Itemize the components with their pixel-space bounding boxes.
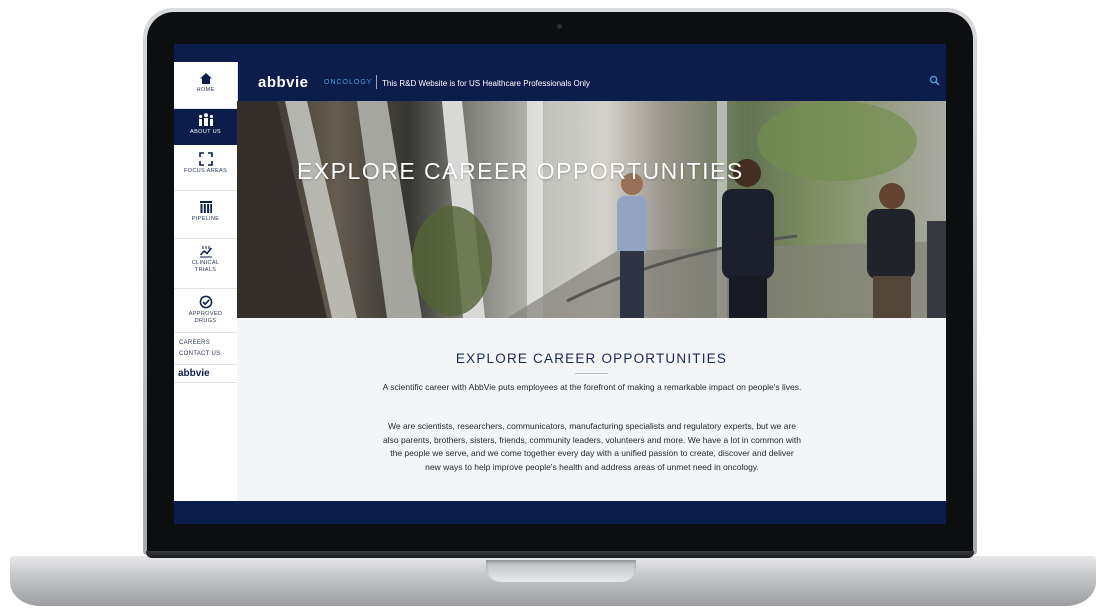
abbvie-sidebar-logo[interactable]: abbvie — [178, 368, 210, 379]
divider — [174, 364, 237, 365]
sidebar-item-label-2: TRIALS — [194, 267, 217, 273]
pipeline-icon — [199, 201, 212, 213]
sidebar-item-label-2: DRUGS — [194, 318, 217, 324]
divider — [174, 238, 237, 239]
sidebar-item-label: FOCUS AREAS — [183, 168, 228, 174]
careers-link[interactable]: CAREERS — [179, 340, 210, 346]
focus-icon — [198, 152, 213, 166]
sidebar-item-focus-areas[interactable]: FOCUS AREAS — [174, 152, 237, 188]
sidebar-item-label: PIPELINE — [191, 216, 220, 222]
laptop-opening-notch — [486, 560, 636, 582]
contact-us-link[interactable]: CONTACT US — [179, 351, 220, 357]
check-icon — [199, 295, 212, 309]
camera — [557, 24, 562, 29]
divider — [174, 382, 237, 383]
laptop-hinge — [146, 551, 974, 558]
divider — [174, 332, 237, 333]
section-title: EXPLORE CAREER OPPORTUNITIES — [455, 351, 728, 366]
abbvie-logo[interactable]: abbvie — [258, 74, 309, 91]
top-bar: abbvie ONCOLOGY This R&D Website is for … — [174, 44, 946, 101]
intro-paragraph: A scientific career with AbbVie puts emp… — [382, 382, 802, 392]
sidebar-item-pipeline[interactable]: PIPELINE — [174, 200, 237, 236]
website-screen: abbvie ONCOLOGY This R&D Website is for … — [174, 44, 946, 524]
hcp-notice: This R&D Website is for US Healthcare Pr… — [382, 79, 590, 88]
hero-banner: EXPLORE CAREER OPPORTUNITIES — [237, 101, 946, 318]
hero-title: EXPLORE CAREER OPPORTUNITIES — [297, 158, 744, 184]
trials-icon — [199, 246, 212, 258]
sidebar-item-about-us[interactable]: ABOUT US — [174, 109, 237, 145]
divider — [174, 288, 237, 289]
home-icon — [199, 73, 212, 84]
people-icon — [198, 113, 213, 126]
oncology-label: ONCOLOGY — [324, 79, 373, 86]
sidebar-nav: HOME ABOUT US FOCUS AREAS PIPELINE CLINI… — [174, 62, 238, 502]
main-content: EXPLORE CAREER OPPORTUNITIES A scientifi… — [237, 318, 946, 501]
sidebar-item-approved-drugs[interactable]: APPROVED DRUGS — [174, 295, 237, 337]
sidebar-item-label: HOME — [196, 87, 215, 93]
sidebar-item-label: CLINICAL — [191, 260, 220, 266]
body-paragraph: We are scientists, researchers, communic… — [383, 421, 801, 472]
brand-divider — [376, 75, 377, 89]
sidebar-item-home[interactable]: HOME — [174, 72, 237, 107]
divider — [174, 190, 237, 191]
sidebar-item-label: APPROVED — [188, 311, 223, 317]
sidebar-item-label: ABOUT US — [190, 129, 221, 135]
search-icon[interactable] — [929, 75, 940, 86]
sidebar-item-clinical-trials[interactable]: CLINICAL TRIALS — [174, 245, 237, 287]
footer-bar — [174, 501, 946, 524]
title-underline — [575, 373, 608, 374]
hero-photo — [237, 101, 946, 318]
